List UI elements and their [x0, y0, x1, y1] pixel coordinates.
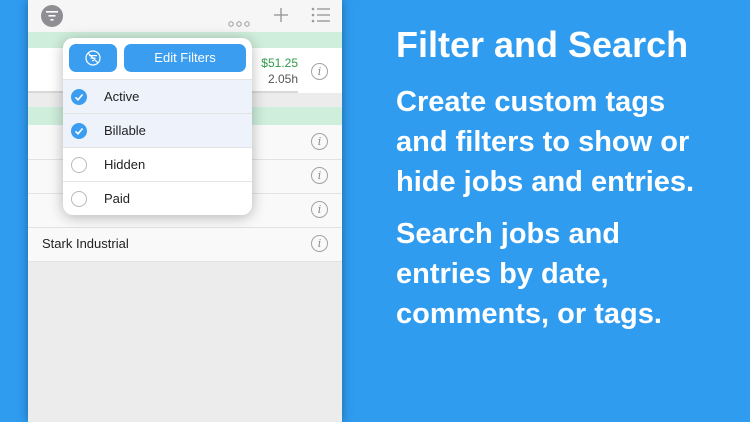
- promo-paragraph-2: Search jobs and entries by date, comment…: [396, 214, 736, 334]
- plus-icon: [274, 8, 288, 22]
- filter-option-paid[interactable]: Paid: [63, 181, 252, 215]
- promo-line: entries by date,: [396, 258, 609, 290]
- info-icon[interactable]: i: [311, 133, 328, 150]
- clear-filters-button[interactable]: [69, 44, 117, 72]
- promo-line: Create custom tags: [396, 86, 666, 118]
- ellipsis-icon: [228, 21, 250, 27]
- info-icon[interactable]: i: [311, 63, 328, 80]
- filter-option-label: Billable: [104, 123, 146, 138]
- info-icon[interactable]: i: [311, 201, 328, 218]
- list-icon: [311, 7, 330, 23]
- info-icon[interactable]: i: [311, 167, 328, 184]
- checkmark-icon: [71, 89, 87, 105]
- filter-option-active[interactable]: Active: [63, 79, 252, 114]
- promo-headline: Filter and Search: [396, 24, 689, 65]
- popover-header: Edit Filters: [63, 38, 252, 80]
- phone-screen: $51.25 2.05h i i i i Stark Industrial i: [28, 0, 342, 422]
- list-item[interactable]: Stark Industrial i: [28, 227, 342, 262]
- filter-option-label: Active: [104, 89, 140, 104]
- filter-icon: [46, 11, 58, 21]
- promo-paragraph-1: Create custom tags and filters to show o…: [396, 82, 736, 202]
- filter-button[interactable]: [41, 5, 63, 27]
- add-button[interactable]: [272, 6, 290, 29]
- info-icon[interactable]: i: [311, 235, 328, 252]
- promo-line: Search jobs and: [396, 218, 621, 250]
- filter-popover: Edit Filters Active Billable Hidden Paid: [63, 38, 252, 215]
- checkmark-icon: [71, 123, 87, 139]
- promo-line: comments, or tags.: [396, 298, 662, 330]
- toolbar: [28, 0, 342, 32]
- filter-option-label: Hidden: [104, 157, 146, 172]
- promo-line: and filters to show or: [396, 126, 690, 158]
- unchecked-circle-icon: [71, 191, 87, 207]
- promo-line: hide jobs and entries.: [396, 166, 695, 198]
- list-button[interactable]: [311, 6, 331, 29]
- filter-option-billable[interactable]: Billable: [63, 113, 252, 148]
- list-item-label: Stark Industrial: [42, 236, 129, 251]
- more-button[interactable]: [228, 14, 250, 32]
- filter-option-hidden[interactable]: Hidden: [63, 147, 252, 182]
- edit-filters-button[interactable]: Edit Filters: [124, 44, 246, 72]
- filter-option-label: Paid: [104, 191, 131, 206]
- filter-off-icon: [85, 50, 101, 66]
- unchecked-circle-icon: [71, 157, 87, 173]
